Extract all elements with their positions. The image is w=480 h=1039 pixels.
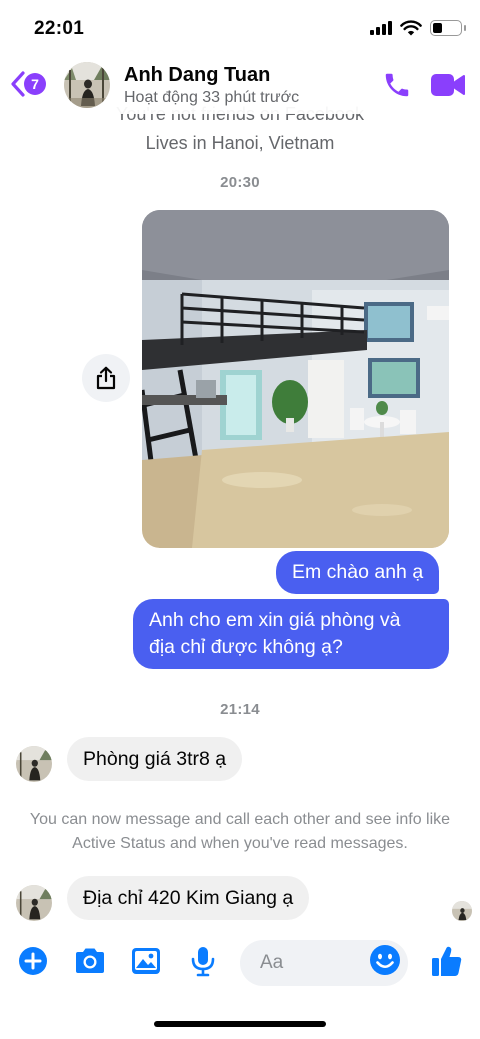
room-photo[interactable] (142, 210, 449, 548)
back-button[interactable]: 7 (10, 70, 46, 98)
image-icon (132, 948, 160, 974)
room-photo-image (142, 210, 449, 548)
incoming-message[interactable]: Địa chỉ 420 Kim Giang ạ (67, 876, 310, 920)
share-button[interactable] (82, 354, 130, 402)
avatar-photo (64, 62, 110, 108)
location-text: Lives in Hanoi, Vietnam (145, 133, 335, 153)
voice-message-button[interactable] (190, 945, 216, 982)
plus-circle-icon (19, 947, 47, 975)
contact-avatar[interactable] (64, 62, 110, 108)
sender-avatar[interactable] (16, 746, 52, 782)
status-bar: 22:01 (0, 0, 480, 56)
status-icons (370, 20, 466, 36)
gallery-button[interactable] (131, 947, 161, 980)
video-camera-icon (431, 74, 465, 96)
microphone-icon (191, 947, 215, 977)
message-input-placeholder: Aa (260, 952, 284, 973)
status-time: 22:01 (34, 18, 85, 39)
message-text-line: Anh cho em xin giá phòng và (149, 609, 401, 631)
video-call-button[interactable] (430, 72, 466, 103)
timestamp-separator: 20:30 (220, 174, 260, 191)
unread-count-badge: 7 (24, 73, 46, 95)
battery-icon (430, 20, 466, 36)
more-actions-button[interactable] (18, 946, 48, 981)
home-indicator (154, 1021, 326, 1027)
avatar-photo (452, 901, 472, 921)
phone-icon (385, 73, 409, 97)
activity-status: Hoạt động 33 phút trước (124, 89, 300, 106)
seen-receipt-avatar (452, 901, 472, 921)
smiley-icon (370, 945, 400, 975)
incoming-message[interactable]: Phòng giá 3tr8 ạ (67, 737, 243, 781)
chat-header: 7 Anh Dang Tuan Hoạt động 33 phút trước (0, 56, 480, 114)
sender-avatar[interactable] (16, 885, 52, 921)
thumbs-up-icon (432, 946, 462, 976)
voice-call-button[interactable] (382, 70, 412, 105)
emoji-button[interactable] (369, 944, 401, 981)
message-text-line: địa chỉ được không ạ? (149, 636, 343, 658)
timestamp-separator: 21:14 (220, 701, 260, 718)
composer-bar: Aa (0, 936, 480, 990)
outgoing-message[interactable]: Em chào anh ạ (276, 551, 440, 594)
wifi-icon (400, 20, 422, 36)
camera-icon (76, 948, 104, 973)
avatar-photo (16, 746, 52, 782)
camera-button[interactable] (73, 947, 107, 980)
outgoing-message[interactable]: Anh cho em xin giá phòng và địa chỉ được… (133, 599, 449, 669)
contact-name[interactable]: Anh Dang Tuan (124, 64, 270, 87)
share-icon (96, 366, 116, 390)
connection-notice: You can now message and call each other … (29, 811, 451, 852)
cellular-signal-icon (370, 21, 392, 35)
avatar-photo (16, 885, 52, 921)
like-button[interactable] (430, 944, 464, 983)
